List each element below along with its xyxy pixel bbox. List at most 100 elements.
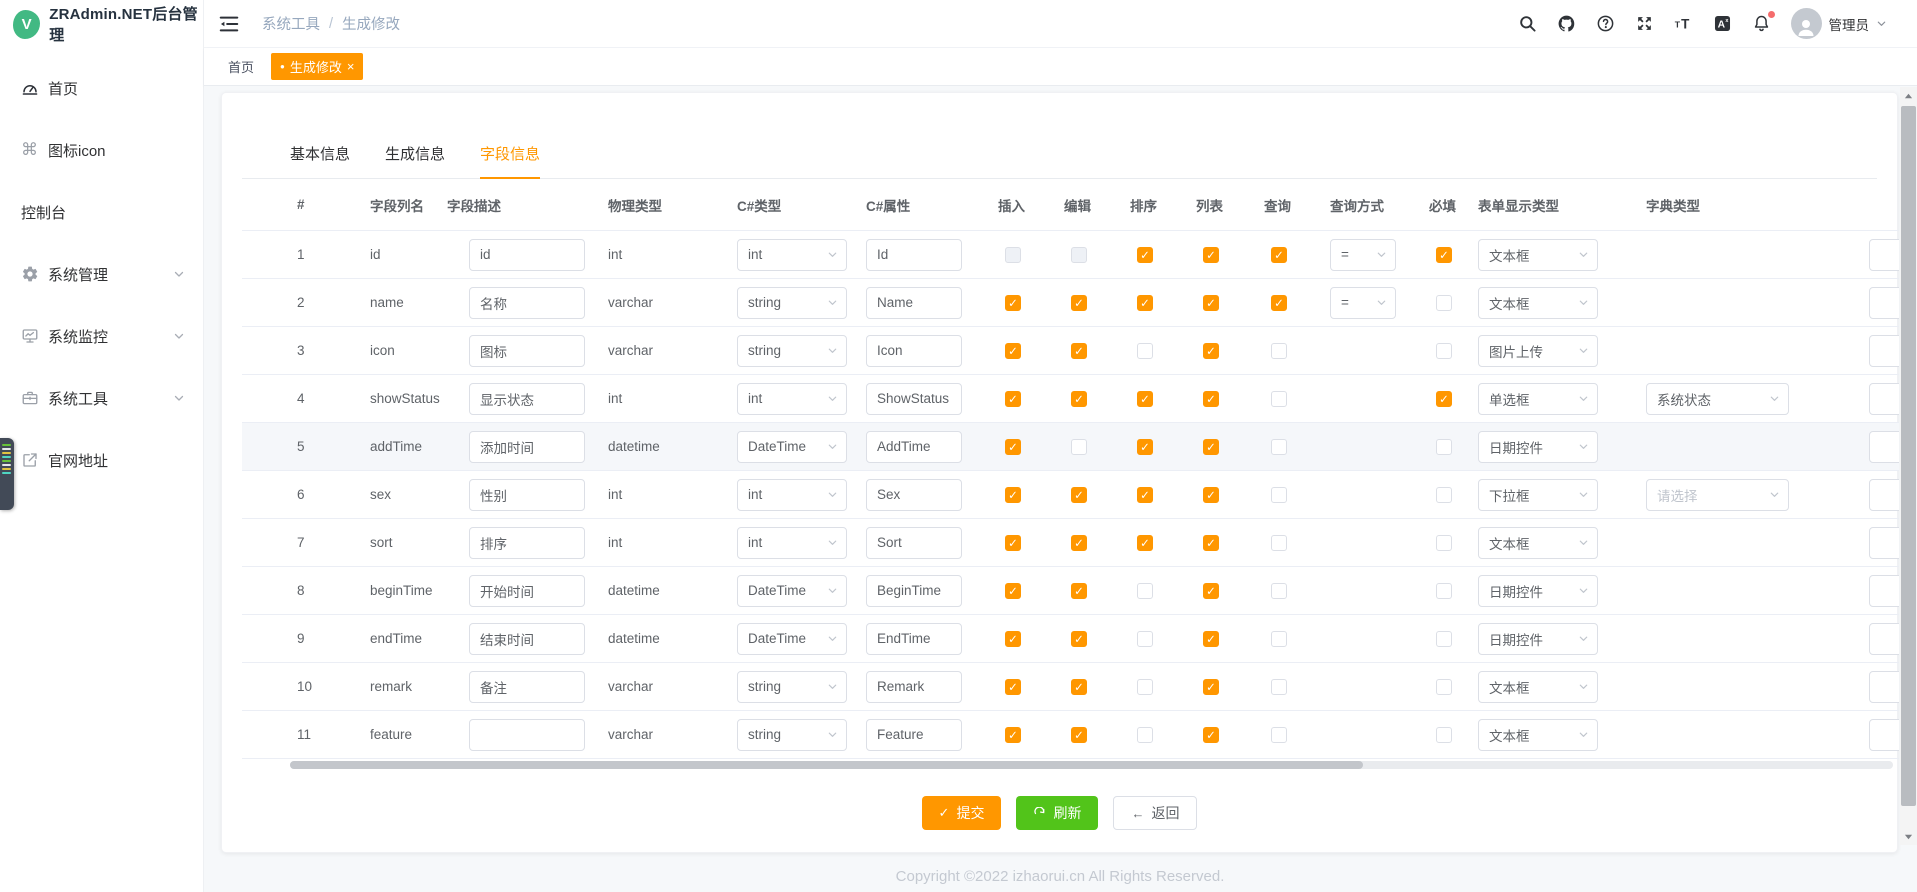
display-type-select[interactable]: 文本框 <box>1478 527 1598 559</box>
sort-checkbox[interactable] <box>1137 343 1153 359</box>
query-checkbox[interactable] <box>1271 343 1287 359</box>
edit-checkbox[interactable]: ✓ <box>1071 343 1087 359</box>
sidebar-item-2[interactable]: 控制台 <box>0 181 203 243</box>
tag-close-icon[interactable]: × <box>347 60 355 73</box>
cs-type-select[interactable]: string <box>737 335 847 367</box>
list-checkbox[interactable]: ✓ <box>1203 247 1219 263</box>
dict-type-select[interactable]: 请选择 <box>1646 479 1789 511</box>
field-desc-input[interactable] <box>469 719 585 751</box>
query-checkbox[interactable]: ✓ <box>1271 247 1287 263</box>
field-desc-input[interactable] <box>469 479 585 511</box>
cs-prop-input[interactable] <box>866 527 962 559</box>
insert-checkbox[interactable]: ✓ <box>1005 631 1021 647</box>
required-checkbox[interactable] <box>1436 439 1452 455</box>
query-checkbox[interactable] <box>1271 631 1287 647</box>
field-desc-input[interactable] <box>469 239 585 271</box>
query-type-select[interactable]: = <box>1330 239 1396 271</box>
search-icon[interactable] <box>1518 14 1538 34</box>
insert-checkbox[interactable]: ✓ <box>1005 487 1021 503</box>
query-type-select[interactable]: = <box>1330 287 1396 319</box>
list-checkbox[interactable]: ✓ <box>1203 535 1219 551</box>
sidebar-item-1[interactable]: ⌘图标icon <box>0 119 203 181</box>
query-checkbox[interactable] <box>1271 391 1287 407</box>
tab-0[interactable]: 基本信息 <box>290 143 350 178</box>
insert-checkbox[interactable]: ✓ <box>1005 679 1021 695</box>
sort-checkbox[interactable] <box>1137 631 1153 647</box>
refresh-button[interactable]: 刷新 <box>1016 796 1098 830</box>
extra-input[interactable] <box>1869 671 1899 703</box>
edit-checkbox[interactable]: ✓ <box>1071 487 1087 503</box>
extra-input[interactable] <box>1869 623 1899 655</box>
tab-1[interactable]: 生成信息 <box>385 143 445 178</box>
cs-type-select[interactable]: int <box>737 239 847 271</box>
list-checkbox[interactable]: ✓ <box>1203 631 1219 647</box>
edit-checkbox[interactable]: ✓ <box>1071 391 1087 407</box>
insert-checkbox[interactable]: ✓ <box>1005 391 1021 407</box>
back-button[interactable]: ← 返回 <box>1113 796 1197 830</box>
display-type-select[interactable]: 下拉框 <box>1478 479 1598 511</box>
required-checkbox[interactable] <box>1436 727 1452 743</box>
sidebar-item-0[interactable]: 首页 <box>0 57 203 119</box>
field-desc-input[interactable] <box>469 335 585 367</box>
edit-checkbox[interactable]: ✓ <box>1071 295 1087 311</box>
sort-checkbox[interactable]: ✓ <box>1137 247 1153 263</box>
display-type-select[interactable]: 文本框 <box>1478 719 1598 751</box>
cs-prop-input[interactable] <box>866 623 962 655</box>
field-desc-input[interactable] <box>469 575 585 607</box>
required-checkbox[interactable]: ✓ <box>1436 391 1452 407</box>
scroll-down-button[interactable] <box>1900 827 1917 845</box>
required-checkbox[interactable] <box>1436 583 1452 599</box>
cs-prop-input[interactable] <box>866 239 962 271</box>
list-checkbox[interactable]: ✓ <box>1203 487 1219 503</box>
field-desc-input[interactable] <box>469 431 585 463</box>
cs-prop-input[interactable] <box>866 431 962 463</box>
cs-type-select[interactable]: DateTime <box>737 623 847 655</box>
translate-icon[interactable]: Ax <box>1713 14 1733 34</box>
display-type-select[interactable]: 日期控件 <box>1478 431 1598 463</box>
display-type-select[interactable]: 文本框 <box>1478 239 1598 271</box>
required-checkbox[interactable] <box>1436 295 1452 311</box>
extra-input[interactable] <box>1869 719 1899 751</box>
submit-button[interactable]: ✓ 提交 <box>922 796 1002 830</box>
help-icon[interactable] <box>1596 14 1616 34</box>
cs-prop-input[interactable] <box>866 383 962 415</box>
insert-checkbox[interactable]: ✓ <box>1005 295 1021 311</box>
field-desc-input[interactable] <box>469 383 585 415</box>
extra-input[interactable] <box>1869 287 1899 319</box>
tag-1[interactable]: ●生成修改× <box>271 53 363 80</box>
h-scrollbar-thumb[interactable] <box>290 761 1363 769</box>
cs-type-select[interactable]: int <box>737 383 847 415</box>
sort-checkbox[interactable]: ✓ <box>1137 439 1153 455</box>
edit-checkbox[interactable]: ✓ <box>1071 727 1087 743</box>
tag-0[interactable]: 首页 <box>219 53 263 80</box>
query-checkbox[interactable]: ✓ <box>1271 295 1287 311</box>
settings-drawer-handle[interactable] <box>0 438 14 510</box>
insert-checkbox[interactable]: ✓ <box>1005 727 1021 743</box>
tab-2[interactable]: 字段信息 <box>480 143 540 179</box>
display-type-select[interactable]: 文本框 <box>1478 671 1598 703</box>
cs-type-select[interactable]: string <box>737 671 847 703</box>
extra-input[interactable] <box>1869 335 1899 367</box>
required-checkbox[interactable] <box>1436 487 1452 503</box>
sort-checkbox[interactable] <box>1137 727 1153 743</box>
sort-checkbox[interactable]: ✓ <box>1137 535 1153 551</box>
insert-checkbox[interactable]: ✓ <box>1005 535 1021 551</box>
display-type-select[interactable]: 日期控件 <box>1478 623 1598 655</box>
cs-type-select[interactable]: string <box>737 719 847 751</box>
insert-checkbox[interactable]: ✓ <box>1005 439 1021 455</box>
github-icon[interactable] <box>1557 14 1577 34</box>
edit-checkbox[interactable]: ✓ <box>1071 583 1087 599</box>
sidebar-collapse-icon[interactable] <box>218 13 240 35</box>
field-desc-input[interactable] <box>469 287 585 319</box>
extra-input[interactable] <box>1869 239 1899 271</box>
required-checkbox[interactable] <box>1436 679 1452 695</box>
query-checkbox[interactable] <box>1271 583 1287 599</box>
sort-checkbox[interactable] <box>1137 679 1153 695</box>
font-size-icon[interactable]: TT <box>1674 14 1694 34</box>
field-desc-input[interactable] <box>469 671 585 703</box>
display-type-select[interactable]: 日期控件 <box>1478 575 1598 607</box>
cs-prop-input[interactable] <box>866 671 962 703</box>
cs-type-select[interactable]: DateTime <box>737 431 847 463</box>
cs-prop-input[interactable] <box>866 719 962 751</box>
cs-type-select[interactable]: int <box>737 527 847 559</box>
